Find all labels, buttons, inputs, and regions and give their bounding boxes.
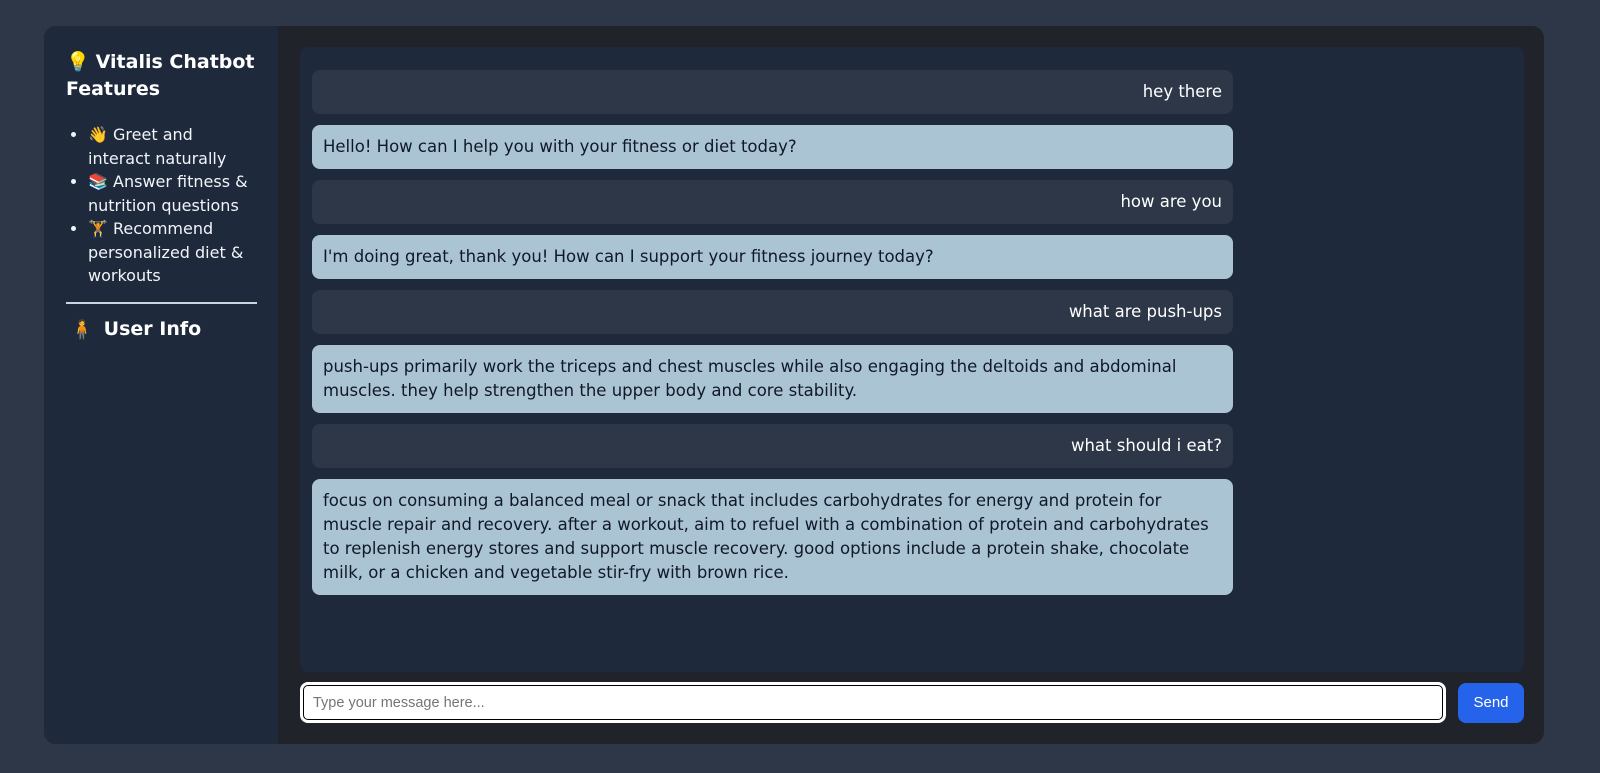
sidebar-divider [66,301,257,304]
user-info-heading: 🧍 User Info [70,318,256,341]
app-window: 💡Vitalis Chatbot Features 👋 Greet and in… [44,26,1544,744]
wave-icon: 👋 [88,125,108,144]
person-icon: 🧍 [70,318,94,341]
bot-message: I'm doing great, thank you! How can I su… [312,235,1233,279]
sidebar: 💡Vitalis Chatbot Features 👋 Greet and in… [44,26,278,744]
bot-message: focus on consuming a balanced meal or sn… [312,479,1233,595]
send-button[interactable]: Send [1458,682,1524,723]
lightbulb-icon: 💡 [66,51,90,73]
user-message: hey there [312,70,1233,114]
feature-list: 👋 Greet and interact naturally 📚 Answer … [66,123,256,288]
sidebar-title: 💡 Vitalis Chatbot Features [66,49,256,103]
user-message: what should i eat? [312,424,1233,468]
composer: Send [300,682,1524,723]
books-icon: 📚 [88,172,108,191]
feature-item: 🏋️ Recommend personalized diet & workout… [88,217,256,288]
user-message: how are you [312,180,1233,224]
feature-item: 📚 Answer fitness & nutrition questions [88,170,256,217]
message-input[interactable] [302,684,1444,721]
feature-text: Answer fitness & nutrition questions [88,172,248,215]
user-message: what are push-ups [312,290,1233,334]
feature-item: 👋 Greet and interact naturally [88,123,256,170]
message-input-wrapper [300,682,1446,723]
chat-main: hey there Hello! How can I help you with … [278,26,1544,744]
user-info-label: User Info [103,318,202,340]
bot-message: push-ups primarily work the triceps and … [312,345,1233,413]
chat-history[interactable]: hey there Hello! How can I help you with … [300,47,1524,672]
feature-text: Recommend personalized diet & workouts [88,219,244,285]
weightlifter-icon: 🏋️ [88,219,108,238]
feature-text: Greet and interact naturally [88,125,227,168]
bot-message: Hello! How can I help you with your fitn… [312,125,1233,169]
sidebar-title-text: Vitalis Chatbot Features [66,51,255,100]
